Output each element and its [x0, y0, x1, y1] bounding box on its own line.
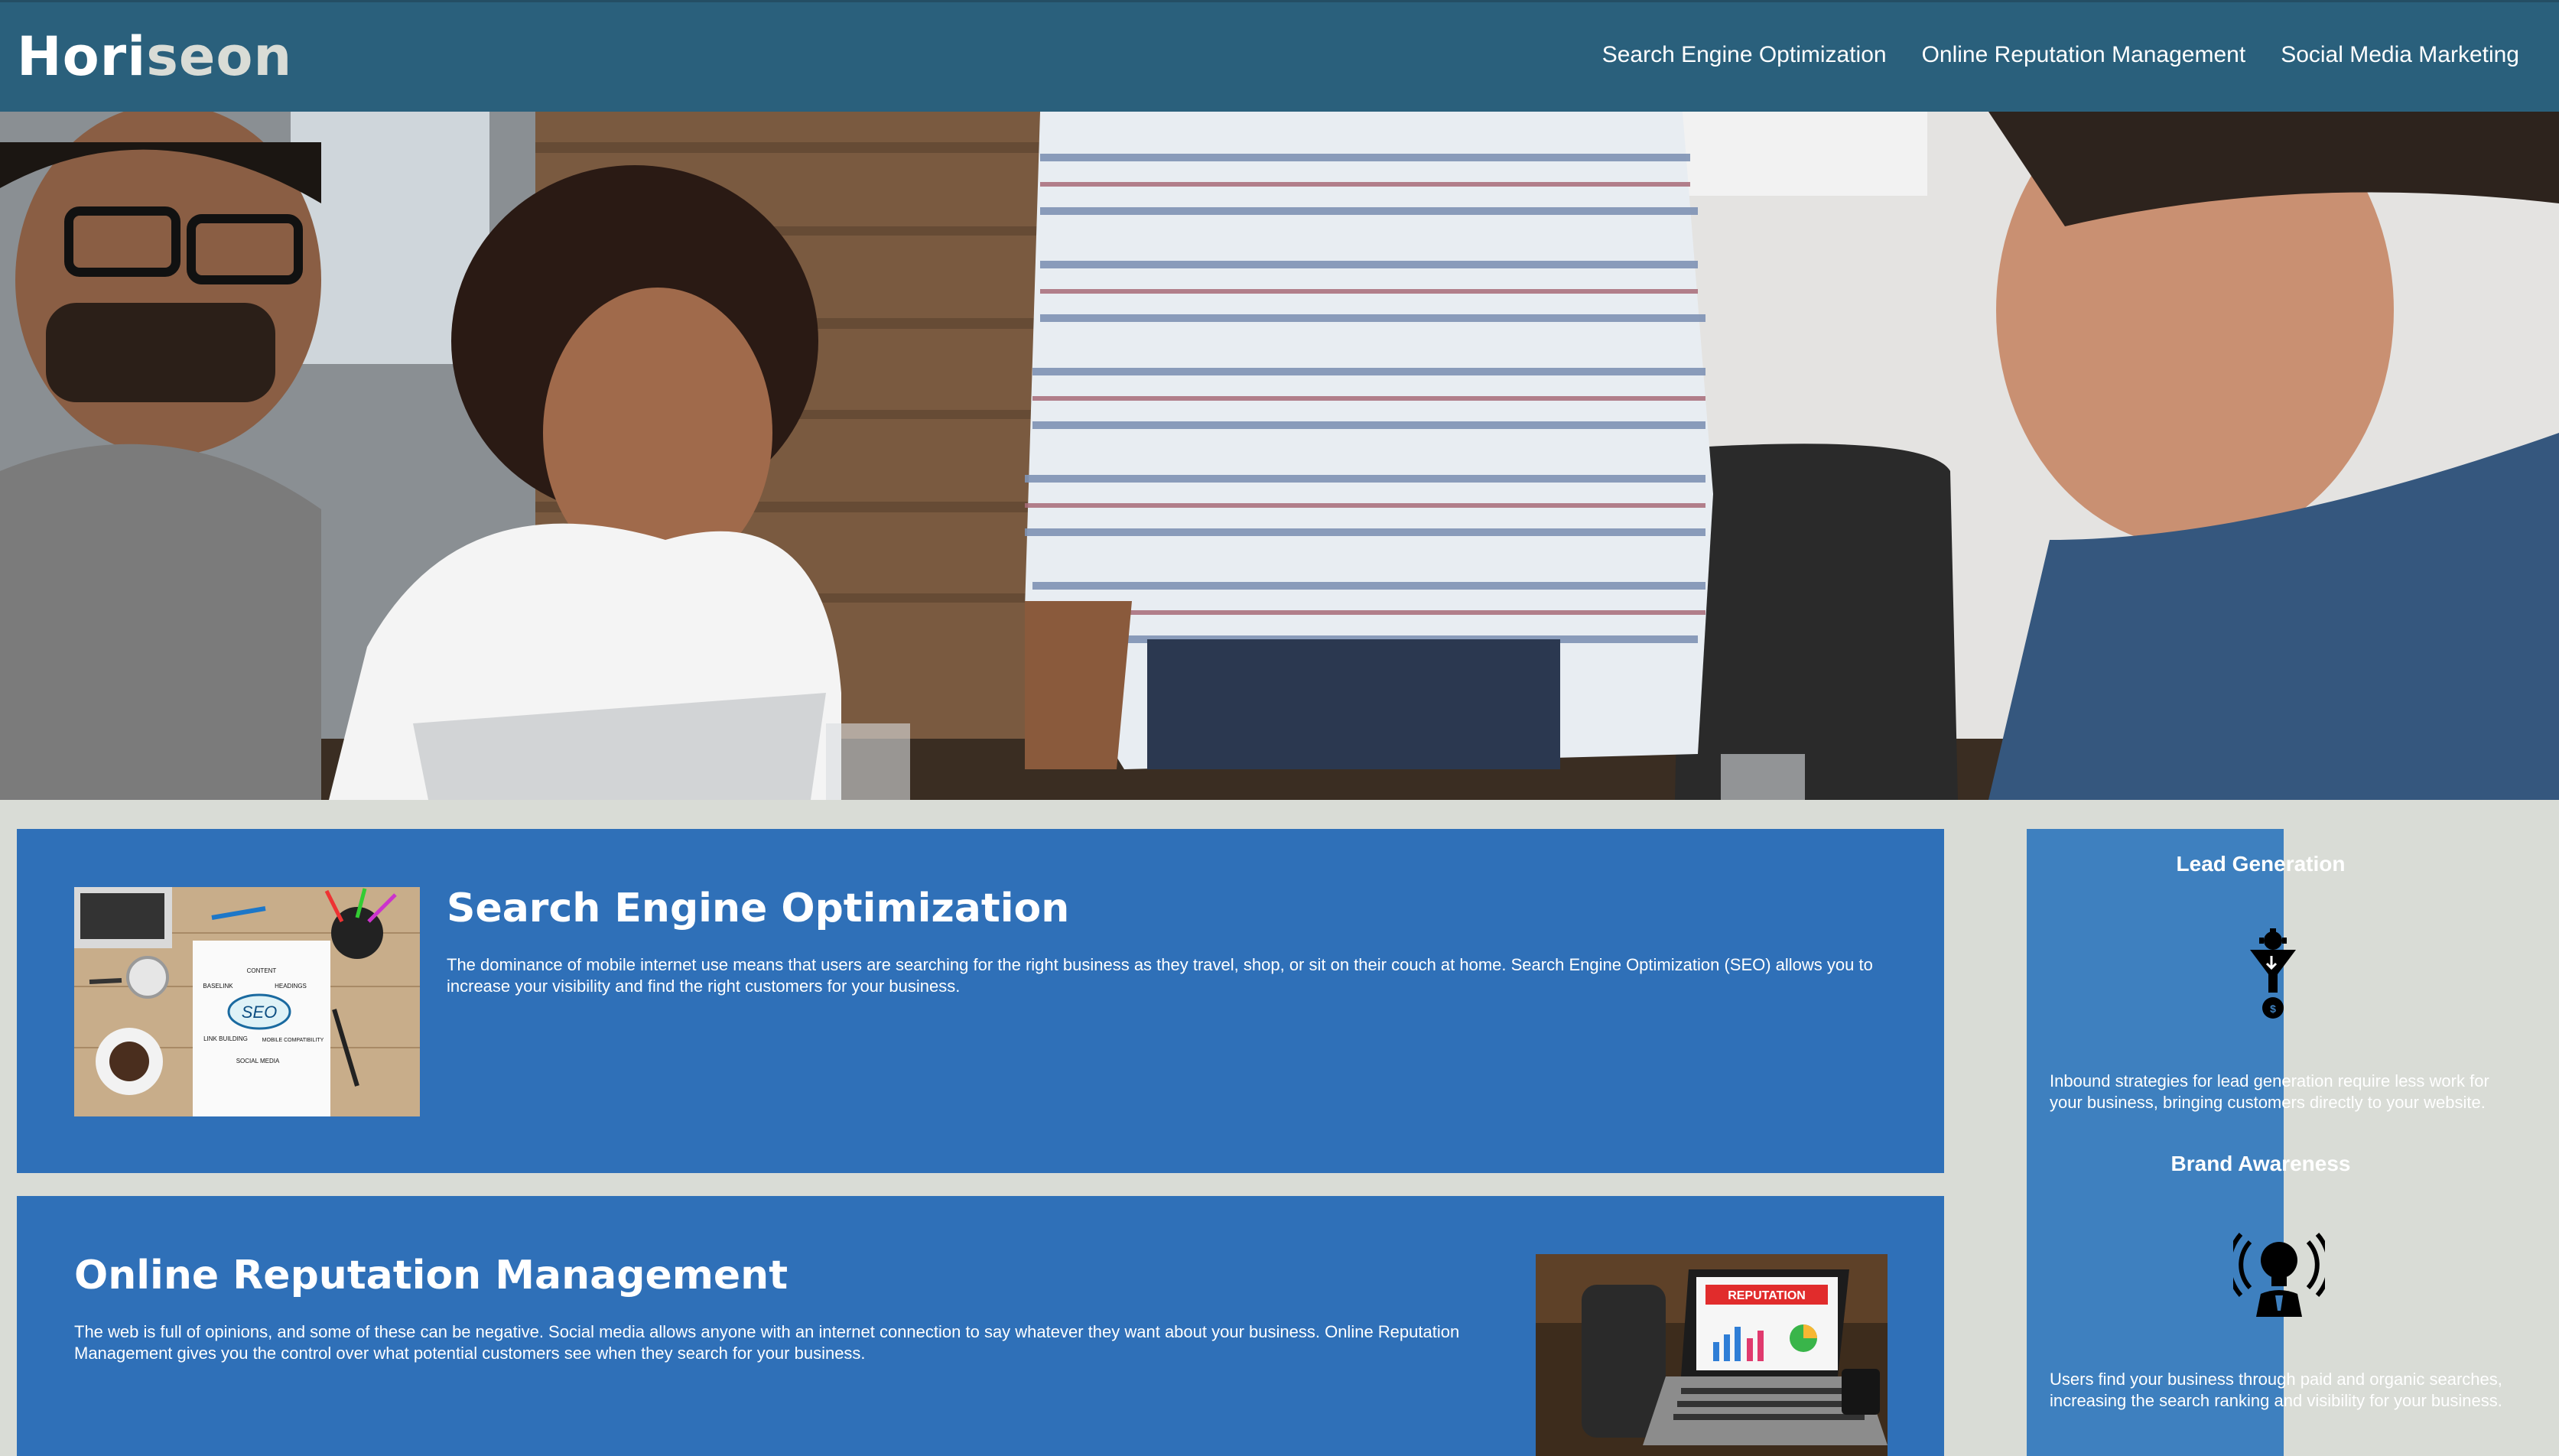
nav-link-orm[interactable]: Online Reputation Management — [1922, 42, 2246, 68]
seo-image-word: MOBILE COMPATIBILITY — [262, 1038, 324, 1043]
orm-image-word: REPUTATION — [1728, 1289, 1806, 1302]
main-nav: Search Engine Optimization Online Reputa… — [1602, 42, 2519, 68]
hero-photo-illustration — [0, 112, 2559, 800]
logo-accent: seon — [146, 25, 293, 88]
seo-image-word: CONTENT — [247, 967, 277, 974]
seo-image-word: HEADINGS — [275, 983, 307, 990]
seo-image-word: SEO — [242, 1003, 277, 1022]
brand-awareness-title: Brand Awareness — [2170, 1152, 2351, 1175]
lead-generation-item: Lead Generation — [2027, 852, 2432, 876]
lead-generation-title: Lead Generation — [2176, 852, 2346, 876]
nav-link-seo[interactable]: Search Engine Optimization — [1602, 42, 1887, 68]
orm-title: Online Reputation Management — [74, 1253, 789, 1298]
seo-image: CONTENT BASELINK HEADINGS SEO LINK BUILD… — [74, 887, 420, 1116]
lead-funnel-icon: $ — [2250, 928, 2296, 1019]
site-header: Horiseon Search Engine Optimization Onli… — [0, 0, 2559, 112]
orm-text: The web is full of opinions, and some of… — [74, 1322, 1460, 1363]
orm-section: Online Reputation Management The web is … — [17, 1196, 1944, 1456]
seo-image-word: LINK BUILDING — [203, 1035, 248, 1042]
hero-image — [0, 112, 2559, 800]
seo-section: CONTENT BASELINK HEADINGS SEO LINK BUILD… — [17, 829, 1944, 1173]
seo-title: Search Engine Optimization — [447, 886, 1070, 931]
logo[interactable]: Horiseon — [17, 25, 292, 88]
brand-awareness-text: Users find your business through paid an… — [2050, 1370, 2502, 1410]
seo-text: The dominance of mobile internet use mea… — [447, 955, 1873, 996]
seo-image-word: SOCIAL MEDIA — [236, 1058, 280, 1064]
logo-main: Hori — [17, 25, 147, 88]
brand-broadcast-icon — [2233, 1233, 2325, 1317]
sidebar: Lead Generation $ Inbound strategies for… — [2027, 829, 2502, 1456]
lead-generation-text: Inbound strategies for lead generation r… — [2050, 1071, 2489, 1112]
svg-text:$: $ — [2270, 1003, 2276, 1015]
nav-link-smm[interactable]: Social Media Marketing — [2281, 42, 2519, 68]
brand-awareness-item: Brand Awareness — [2027, 1152, 2432, 1176]
orm-image: REPUTATION — [1536, 1254, 1888, 1456]
seo-image-word: BASELINK — [203, 983, 233, 990]
